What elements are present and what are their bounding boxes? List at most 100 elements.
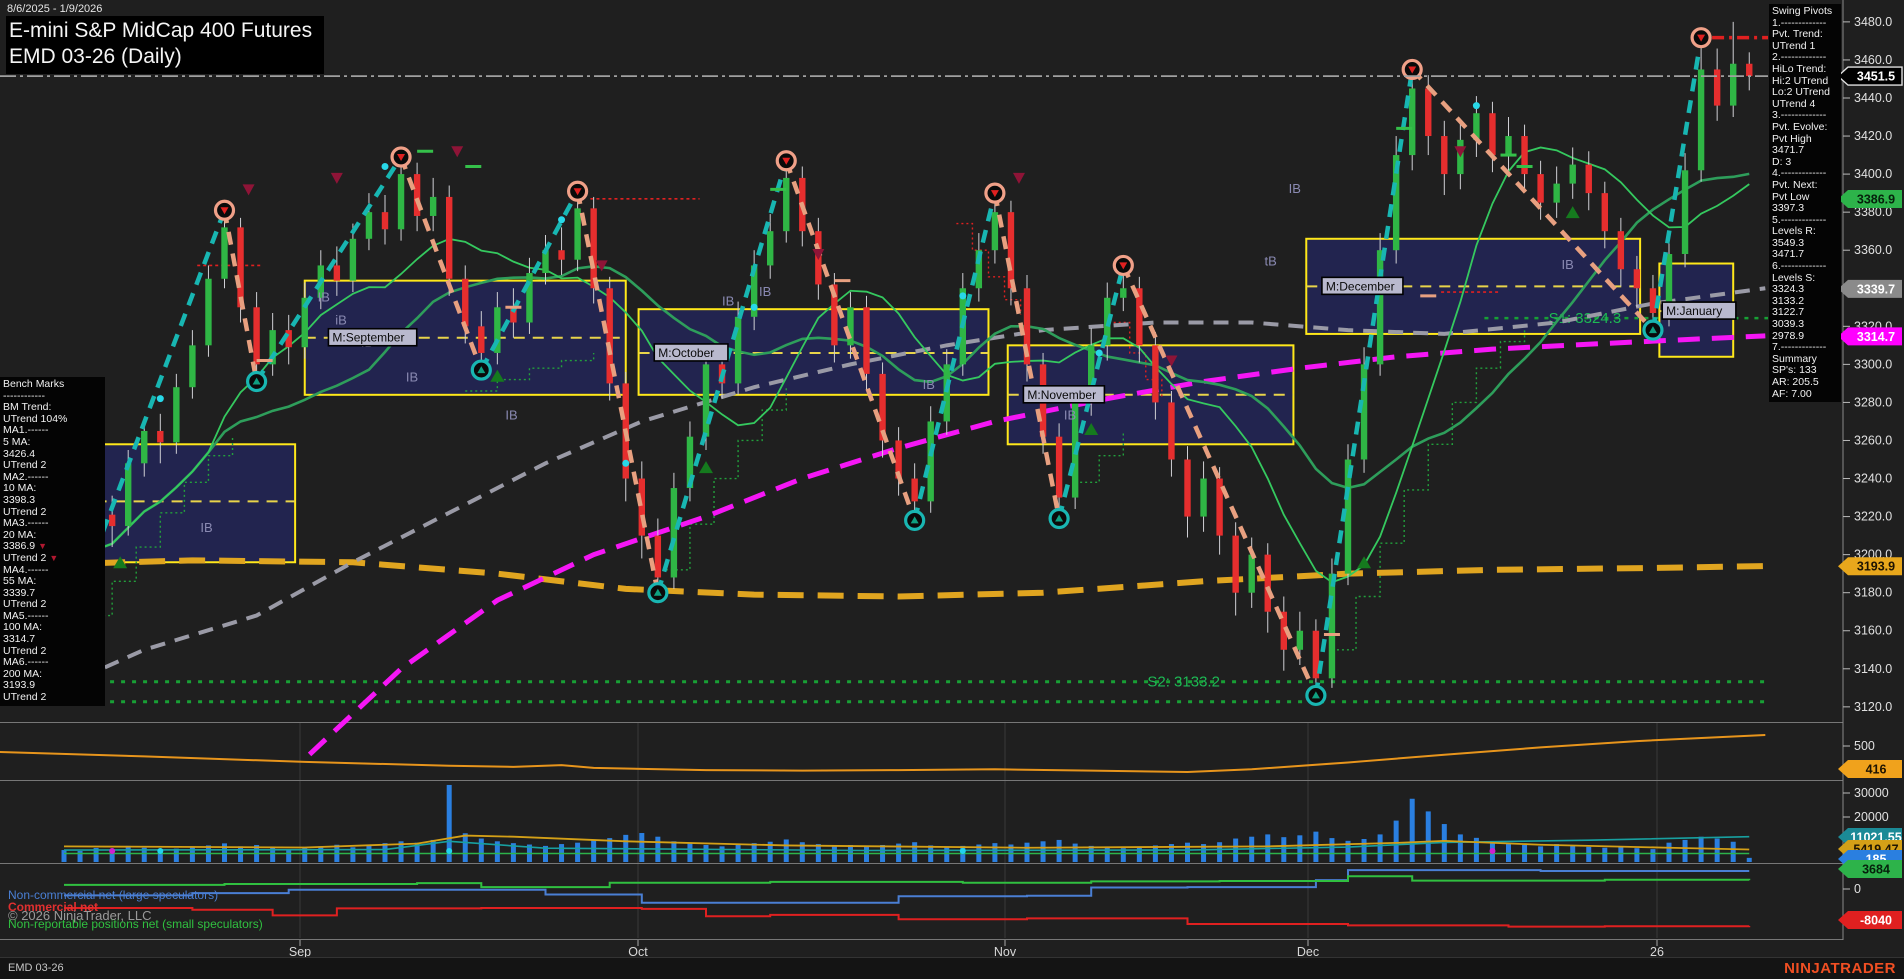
down-triangle-icon bbox=[243, 184, 255, 195]
ninjatrader-chart-window: S1: 3324.3S2: 3133.2IBIBiBIBIBIBIBIBIBIB… bbox=[0, 0, 1904, 979]
svg-text:3480.0: 3480.0 bbox=[1854, 15, 1892, 29]
svg-text:500: 500 bbox=[1854, 739, 1875, 753]
svg-text:3260.0: 3260.0 bbox=[1854, 433, 1892, 447]
svg-text:IB: IB bbox=[923, 377, 935, 392]
down-triangle-icon bbox=[812, 249, 824, 260]
svg-text:3140.0: 3140.0 bbox=[1854, 662, 1892, 676]
svg-text:iB: iB bbox=[335, 312, 347, 327]
svg-text:3160.0: 3160.0 bbox=[1854, 624, 1892, 638]
svg-text:3220.0: 3220.0 bbox=[1854, 510, 1892, 524]
svg-text:3420.0: 3420.0 bbox=[1854, 129, 1892, 143]
svg-text:3180.0: 3180.0 bbox=[1854, 586, 1892, 600]
bench-marks-line: MA3.------ bbox=[3, 518, 102, 530]
svg-text:3386.9: 3386.9 bbox=[1857, 193, 1895, 207]
svg-text:M:January: M:January bbox=[1666, 304, 1722, 318]
svg-text:IB: IB bbox=[722, 293, 734, 308]
ninjatrader-logo: NINJATRADER bbox=[1784, 960, 1896, 977]
svg-text:3684: 3684 bbox=[1862, 863, 1890, 877]
svg-text:3360.0: 3360.0 bbox=[1854, 243, 1892, 257]
svg-text:M:October: M:October bbox=[658, 346, 714, 360]
svg-text:IB: IB bbox=[505, 408, 517, 423]
swing-pivots-line: Pvt. Evolve: bbox=[1772, 122, 1838, 134]
window-footer-bar: EMD 03-26 NINJATRADER bbox=[0, 957, 1904, 979]
up-triangle-icon bbox=[1566, 206, 1580, 218]
svg-text:30000: 30000 bbox=[1854, 786, 1889, 800]
swing-pivots-line: 3039.3 bbox=[1772, 319, 1838, 331]
bench-marks-line: UTrend 2▼ bbox=[3, 553, 102, 565]
bench-marks-line: Bench Marks bbox=[3, 379, 102, 391]
bench-marks-line: UTrend 2 bbox=[3, 460, 102, 472]
down-trend-arrow-icon: ▼ bbox=[38, 541, 47, 551]
svg-text:3440.0: 3440.0 bbox=[1854, 91, 1892, 105]
instrument-tab[interactable]: EMD 03-26 bbox=[8, 962, 64, 974]
indicator-panel-cot bbox=[64, 870, 1749, 927]
bench-marks-line: 3398.3 bbox=[3, 495, 102, 507]
svg-text:3451.5: 3451.5 bbox=[1857, 70, 1895, 84]
cyan-dot-icon bbox=[1473, 102, 1480, 109]
svg-text:3460.0: 3460.0 bbox=[1854, 53, 1892, 67]
swing-pivots-line: Swing Pivots bbox=[1772, 6, 1838, 18]
swing-pivots-line: HiLo Trend: bbox=[1772, 64, 1838, 76]
down-triangle-icon bbox=[451, 146, 463, 157]
down-triangle-icon bbox=[331, 173, 343, 184]
cyan-dot-icon bbox=[558, 216, 565, 223]
svg-text:IB: IB bbox=[200, 520, 212, 535]
down-triangle-icon bbox=[1013, 173, 1025, 184]
svg-text:3339.7: 3339.7 bbox=[1857, 282, 1895, 296]
swing-pivots-line: 3471.7 bbox=[1772, 145, 1838, 157]
chart-title: E-mini S&P MidCap 400 Futures EMD 03-26 … bbox=[6, 16, 324, 74]
svg-text:IB: IB bbox=[1064, 408, 1076, 423]
svg-text:tB: tB bbox=[1265, 253, 1277, 268]
svg-text:416: 416 bbox=[1866, 763, 1887, 777]
cyan-dot-icon bbox=[622, 460, 629, 467]
cyan-dot-icon bbox=[382, 163, 389, 170]
up-triangle-icon bbox=[699, 461, 713, 473]
swing-pivots-panel: Swing Pivots1.-------------Pvt. Trend:UT… bbox=[1769, 4, 1841, 402]
down-trend-arrow-icon: ▼ bbox=[49, 553, 58, 563]
svg-text:S2: 3133.2: S2: 3133.2 bbox=[1147, 674, 1220, 691]
swing-pivots-line: AF: 7.00 bbox=[1772, 389, 1838, 401]
svg-text:-8040: -8040 bbox=[1860, 914, 1892, 928]
svg-text:IB: IB bbox=[1561, 257, 1573, 272]
svg-text:3240.0: 3240.0 bbox=[1854, 472, 1892, 486]
svg-text:3314.7: 3314.7 bbox=[1857, 330, 1895, 344]
svg-text:M:December: M:December bbox=[1326, 279, 1395, 293]
cyan-dot-icon bbox=[1096, 349, 1103, 356]
svg-text:IB: IB bbox=[1289, 181, 1301, 196]
panel-grid bbox=[0, 722, 1843, 940]
svg-text:IB: IB bbox=[318, 290, 330, 305]
svg-text:M:November: M:November bbox=[1027, 388, 1096, 402]
indicator-panel-volume bbox=[62, 785, 1752, 862]
cyan-dot-icon bbox=[751, 304, 758, 311]
svg-text:3400.0: 3400.0 bbox=[1854, 167, 1892, 181]
svg-text:20000: 20000 bbox=[1854, 810, 1889, 824]
legend-small-speculators-net: Non-reportable positions net (small spec… bbox=[8, 917, 263, 931]
down-triangle-icon bbox=[1454, 146, 1466, 157]
swing-pivots-line: 3397.3 bbox=[1772, 203, 1838, 215]
svg-text:M:September: M:September bbox=[332, 331, 404, 345]
monthly-boxes bbox=[58, 239, 1734, 562]
swing-pivots-line: 6.------------- bbox=[1772, 261, 1838, 273]
bench-marks-line: 55 MA: bbox=[3, 576, 102, 588]
price-axis[interactable]: 3480.03460.03440.03420.03400.03380.03360… bbox=[1838, 0, 1902, 940]
cyan-dot-icon bbox=[157, 395, 164, 402]
svg-text:3120.0: 3120.0 bbox=[1854, 700, 1892, 714]
bench-marks-line: 5 MA: bbox=[3, 437, 102, 449]
svg-text:3193.9: 3193.9 bbox=[1857, 560, 1895, 574]
bench-marks-line: 3314.7 bbox=[3, 634, 102, 646]
cyan-dot-icon bbox=[959, 292, 966, 299]
indicator-panel-atr bbox=[0, 735, 1765, 772]
svg-text:0: 0 bbox=[1854, 882, 1861, 896]
svg-text:IB: IB bbox=[759, 284, 771, 299]
swing-pivots-line: AR: 205.5 bbox=[1772, 377, 1838, 389]
svg-text:IB: IB bbox=[406, 369, 418, 384]
instrument-name: E-mini S&P MidCap 400 Futures bbox=[9, 18, 312, 44]
svg-text:3280.0: 3280.0 bbox=[1854, 395, 1892, 409]
date-range-label: 8/6/2025 - 1/9/2026 bbox=[7, 3, 102, 15]
contract-interval: EMD 03-26 (Daily) bbox=[9, 44, 312, 70]
swing-pivots-line: Lo:2 UTrend bbox=[1772, 87, 1838, 99]
bench-marks-panel: Bench Marks------------BM Trend:UTrend 1… bbox=[0, 377, 105, 706]
price-chart-canvas[interactable]: S1: 3324.3S2: 3133.2IBIBiBIBIBIBIBIBIBIB… bbox=[0, 0, 1904, 979]
svg-text:3300.0: 3300.0 bbox=[1854, 357, 1892, 371]
swing-pivots-line: Pvt. Next: bbox=[1772, 180, 1838, 192]
